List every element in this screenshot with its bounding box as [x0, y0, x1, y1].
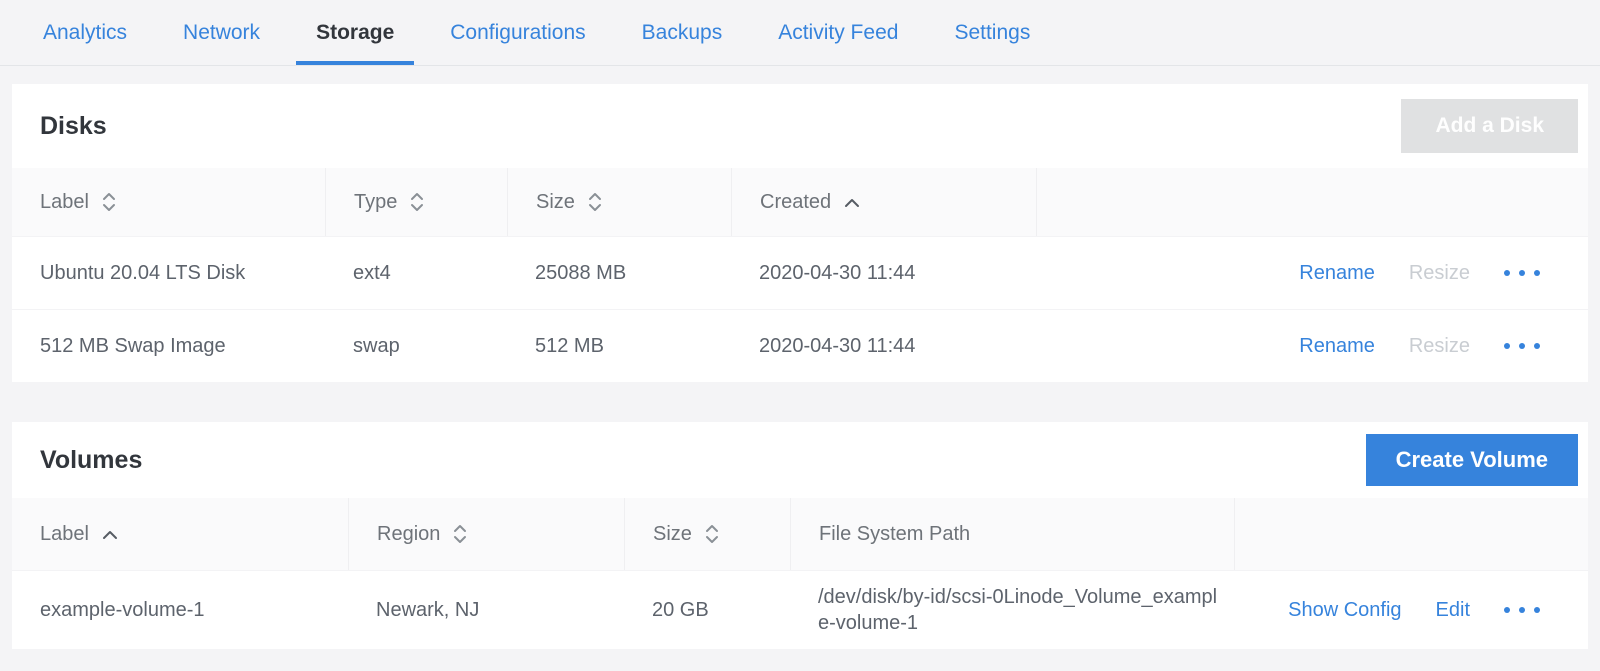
chevron-up-icon [101, 529, 119, 540]
disk-label-cell: 512 MB Swap Image [12, 310, 325, 382]
table-row: 512 MB Swap Image swap 512 MB 2020-04-30… [12, 309, 1588, 382]
disk-row-actions: Rename Resize [1036, 237, 1588, 309]
volumes-col-size[interactable]: Size [624, 498, 790, 570]
table-row: example-volume-1 Newark, NJ 20 GB /dev/d… [12, 570, 1588, 649]
disks-title: Disks [40, 112, 107, 141]
ellipsis-icon[interactable] [1504, 264, 1540, 282]
disks-col-type[interactable]: Type [325, 168, 507, 236]
volumes-header-row: Volumes Create Volume [12, 422, 1588, 498]
tab-backups[interactable]: Backups [642, 0, 723, 65]
disk-type-cell: ext4 [325, 237, 507, 309]
sort-chevrons-icon [587, 191, 603, 213]
resize-button[interactable]: Resize [1409, 262, 1470, 285]
disks-col-created-text: Created [760, 191, 831, 214]
table-row: Ubuntu 20.04 LTS Disk ext4 25088 MB 2020… [12, 236, 1588, 309]
tab-network[interactable]: Network [183, 0, 260, 65]
volumes-col-path-text: File System Path [819, 523, 970, 546]
disk-size-cell: 25088 MB [507, 237, 731, 309]
tab-configurations[interactable]: Configurations [450, 0, 585, 65]
volumes-table-header: Label Region Size File System Path [12, 498, 1588, 570]
tab-bar: Analytics Network Storage Configurations… [0, 0, 1600, 66]
tab-settings[interactable]: Settings [954, 0, 1030, 65]
tab-activity-feed[interactable]: Activity Feed [778, 0, 898, 65]
volumes-col-size-text: Size [653, 523, 692, 546]
volumes-col-path: File System Path [790, 498, 1234, 570]
rename-button[interactable]: Rename [1299, 262, 1375, 285]
edit-button[interactable]: Edit [1436, 599, 1470, 622]
rename-button[interactable]: Rename [1299, 335, 1375, 358]
volumes-panel: Volumes Create Volume Label Region Size … [12, 422, 1588, 649]
volume-size-cell: 20 GB [624, 571, 790, 649]
add-disk-button[interactable]: Add a Disk [1401, 99, 1578, 153]
disk-type-cell: swap [325, 310, 507, 382]
disk-created-cell: 2020-04-30 11:44 [731, 310, 1036, 382]
disks-col-size-text: Size [536, 191, 575, 214]
sort-chevrons-icon [101, 191, 117, 213]
disk-label-cell: Ubuntu 20.04 LTS Disk [12, 237, 325, 309]
volume-label-cell: example-volume-1 [12, 571, 348, 649]
volumes-col-region[interactable]: Region [348, 498, 624, 570]
sort-chevrons-icon [704, 523, 720, 545]
volumes-col-label[interactable]: Label [12, 498, 348, 570]
disk-size-cell: 512 MB [507, 310, 731, 382]
show-config-button[interactable]: Show Config [1288, 599, 1401, 622]
chevron-up-icon [843, 197, 861, 208]
disks-col-actions-spacer [1036, 168, 1588, 236]
tab-analytics[interactable]: Analytics [43, 0, 127, 65]
volumes-col-actions-spacer [1234, 498, 1588, 570]
resize-button[interactable]: Resize [1409, 335, 1470, 358]
disks-header-row: Disks Add a Disk [12, 84, 1588, 168]
disks-col-created[interactable]: Created [731, 168, 1036, 236]
volumes-col-region-text: Region [377, 523, 440, 546]
tab-storage[interactable]: Storage [316, 0, 394, 65]
ellipsis-icon[interactable] [1504, 337, 1540, 355]
disk-row-actions: Rename Resize [1036, 310, 1588, 382]
volume-path-text: /dev/disk/by-id/scsi-0Linode_Volume_exam… [818, 584, 1220, 637]
disks-panel: Disks Add a Disk Label Type Size Created [12, 84, 1588, 382]
disks-table-header: Label Type Size Created [12, 168, 1588, 236]
disks-col-type-text: Type [354, 191, 397, 214]
volumes-title: Volumes [40, 446, 142, 475]
ellipsis-icon[interactable] [1504, 601, 1540, 619]
volume-region-cell: Newark, NJ [348, 571, 624, 649]
volume-path-cell: /dev/disk/by-id/scsi-0Linode_Volume_exam… [790, 571, 1234, 649]
create-volume-button[interactable]: Create Volume [1366, 434, 1578, 486]
sort-chevrons-icon [409, 191, 425, 213]
disks-col-label-text: Label [40, 191, 89, 214]
disks-col-label[interactable]: Label [12, 168, 325, 236]
volume-row-actions: Show Config Edit [1234, 571, 1588, 649]
volumes-col-label-text: Label [40, 523, 89, 546]
disk-created-cell: 2020-04-30 11:44 [731, 237, 1036, 309]
sort-chevrons-icon [452, 523, 468, 545]
disks-col-size[interactable]: Size [507, 168, 731, 236]
